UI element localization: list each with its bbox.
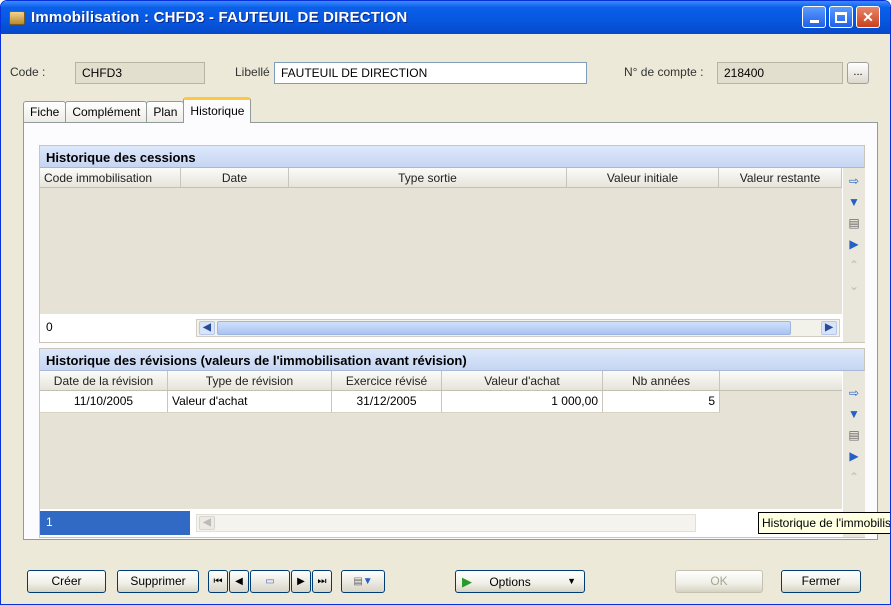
play-icon: ▶ [462,574,472,589]
cessions-header: Code immobilisation Date Type sortie Val… [40,168,842,188]
revisions-grid[interactable]: 11/10/2005 Valeur d'achat 31/12/2005 1 0… [40,391,842,509]
export-icon[interactable]: ⇨ [846,383,862,402]
col-type-sortie[interactable]: Type sortie [289,168,567,187]
table-row[interactable]: 11/10/2005 Valeur d'achat 31/12/2005 1 0… [40,391,720,413]
prev-icon: ◀ [235,576,243,587]
next-icon[interactable]: ▶ [846,234,862,253]
col-valeur-initiale[interactable]: Valeur initiale [567,168,719,187]
cell-exercice[interactable]: 31/12/2005 [332,391,442,412]
supprimer-button[interactable]: Supprimer [117,570,199,593]
app-icon [9,10,25,25]
col-valeur-restante[interactable]: Valeur restante [719,168,842,187]
next-icon: ▶ [297,576,305,587]
dropdown-icon: ▼ [567,576,576,586]
ok-button[interactable]: OK [675,570,763,593]
cessions-count: 0 [46,320,53,334]
filter-icon[interactable]: ▼ [846,404,862,423]
revisions-footer: 1 ◀ [40,511,842,535]
col-date[interactable]: Date [181,168,289,187]
cell-type[interactable]: Valeur d'achat [168,391,332,412]
print-icon[interactable]: ▤ [846,425,862,444]
code-field[interactable]: CHFD3 [75,62,205,84]
cell-valeur[interactable]: 1 000,00 [442,391,603,412]
cessions-hscroll[interactable]: ◀ ▶ [196,319,840,337]
tab-complement[interactable]: Complément [65,101,148,123]
revisions-title: Historique des révisions (valeurs de l'i… [40,349,864,371]
revisions-group: Historique des révisions (valeurs de l'i… [39,348,865,538]
col-valeur-achat[interactable]: Valeur d'achat [442,371,603,390]
tab-bar: Fiche Complément Plan Historique [23,97,252,123]
cessions-title: Historique des cessions [40,146,864,168]
col-type-revision[interactable]: Type de révision [168,371,332,390]
compte-label: N° de compte : [624,65,704,79]
cell-date[interactable]: 11/10/2005 [40,391,168,412]
scroll-left-icon[interactable]: ◀ [199,321,215,335]
browse-compte-button[interactable]: ... [847,62,869,84]
scroll-up-icon[interactable]: ⌃ [846,467,862,486]
scroll-left-icon[interactable]: ◀ [199,516,215,530]
first-icon: ⏮ [213,576,223,587]
revisions-count: 1 [40,511,190,535]
libelle-label: Libellé : [235,65,277,79]
scroll-up-icon[interactable]: ⌃ [846,255,862,274]
cessions-footer: 0 ◀ ▶ [40,316,842,340]
compte-field[interactable]: 218400 [717,62,843,84]
col-nb-annees[interactable]: Nb années [603,371,720,390]
last-record-button[interactable]: ⏭ [312,570,332,593]
col-code[interactable]: Code immobilisation [40,168,181,187]
next-record-button[interactable]: ▶ [291,570,311,593]
fermer-button[interactable]: Fermer [781,570,861,593]
col-exercice[interactable]: Exercice révisé [332,371,442,390]
prev-record-button[interactable]: ◀ [229,570,249,593]
comment-icon: ▭ [265,576,275,587]
title-bar[interactable]: Immobilisation : CHFD3 - FAUTEUIL DE DIR… [1,1,890,34]
tab-plan[interactable]: Plan [146,101,185,123]
options-button[interactable]: ▶ Options ▼ [455,570,585,593]
cessions-grid[interactable] [40,188,842,314]
window-title: Immobilisation : CHFD3 - FAUTEUIL DE DIR… [31,9,408,26]
creer-button[interactable]: Créer [27,570,106,593]
comment-button[interactable]: ▭ [250,570,290,593]
scroll-down-icon[interactable]: ⌄ [846,276,862,295]
last-icon: ⏭ [317,576,327,587]
filter-icon[interactable]: ▼ [846,192,862,211]
filter-icon: ▼ [362,576,373,587]
cell-nb-annees[interactable]: 5 [603,391,720,412]
minimize-button[interactable] [802,6,826,28]
code-label: Code : [10,65,46,79]
minimize-icon [809,19,819,23]
options-label: Options [489,575,531,589]
cessions-toolbar: ⇨ ▼ ▤ ▶ ⌃ ⌄ [843,168,865,342]
tab-historique[interactable]: Historique [183,97,252,123]
scroll-thumb[interactable] [217,321,791,335]
next-icon[interactable]: ▶ [846,446,862,465]
libelle-field[interactable]: FAUTEUIL DE DIRECTION [274,62,587,84]
maximize-icon [835,11,847,23]
close-button[interactable]: ✕ [856,6,880,28]
tab-fiche[interactable]: Fiche [23,101,67,123]
first-record-button[interactable]: ⏮ [208,570,228,593]
maximize-button[interactable] [829,6,853,28]
export-icon[interactable]: ⇨ [846,171,862,190]
scroll-right-icon[interactable]: ▶ [821,321,837,335]
close-icon: ✕ [862,9,874,25]
revisions-hscroll[interactable]: ◀ [196,514,696,532]
print-icon: ▤ [353,576,363,587]
tooltip: Historique de l'immobilisation [758,512,890,534]
cessions-group: Historique des cessions Code immobilisat… [39,145,865,343]
revisions-header: Date de la révision Type de révision Exe… [40,371,842,391]
print-filter-button[interactable]: ▤▼ [341,570,385,593]
main-window: Immobilisation : CHFD3 - FAUTEUIL DE DIR… [0,0,891,605]
print-icon[interactable]: ▤ [846,213,862,232]
tab-panel: Historique des cessions Code immobilisat… [23,122,878,540]
col-date-revision[interactable]: Date de la révision [40,371,168,390]
